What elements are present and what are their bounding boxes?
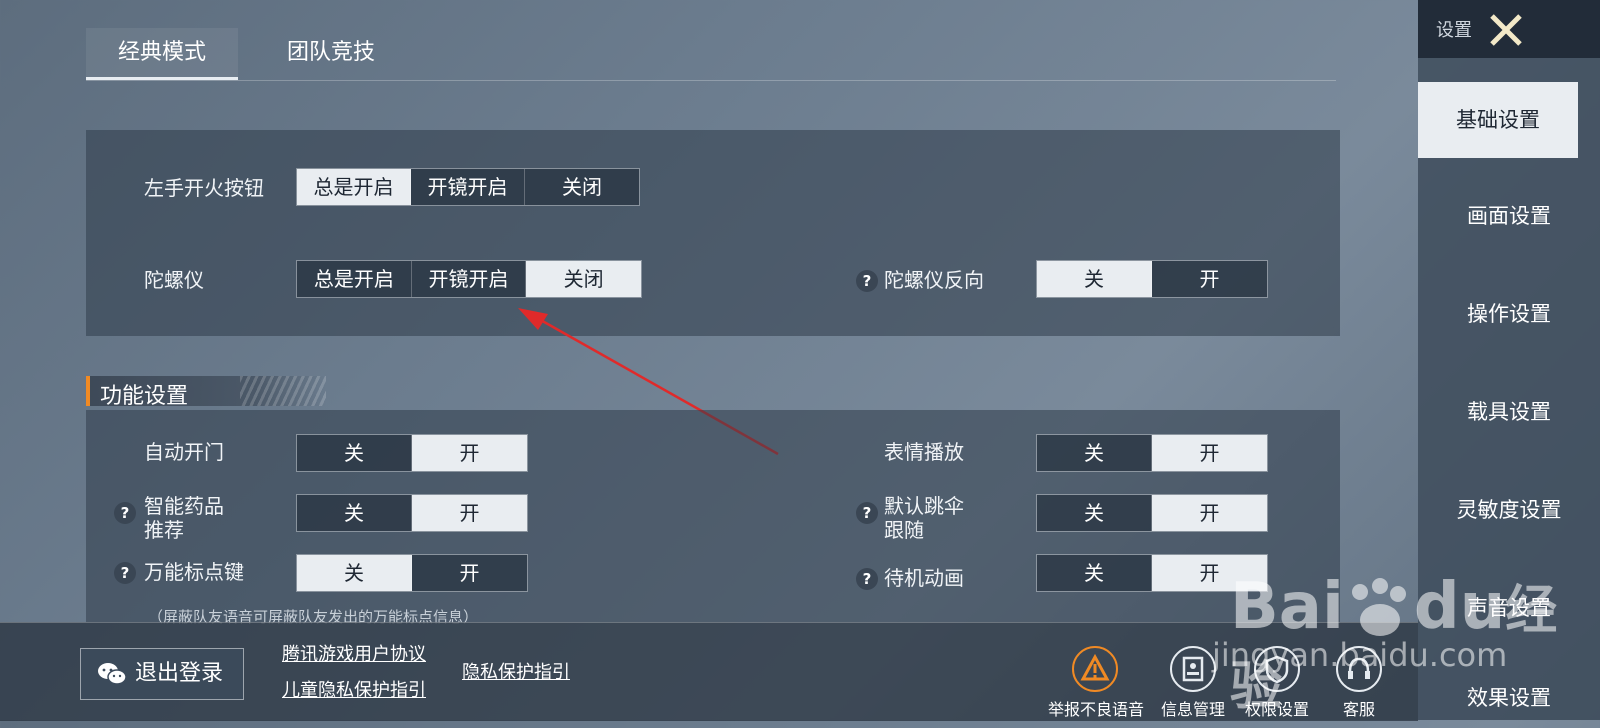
emote-play-label: 表情播放 — [884, 440, 964, 464]
follow-jump-label: 默认跳伞 跟随 — [884, 494, 964, 542]
left-fire-option-off[interactable]: 关闭 — [525, 169, 640, 205]
privacy-link[interactable]: 隐私保护指引 — [462, 658, 570, 684]
id-card-icon[interactable] — [1170, 646, 1216, 692]
follow-jump-help-icon[interactable]: ? — [856, 502, 878, 524]
tab-divider — [86, 80, 1336, 81]
smart-meds-toggle: 关 开 — [296, 494, 528, 532]
universal-marker-off[interactable]: 关 — [297, 555, 412, 591]
sidebar-item-basic[interactable]: 基础设置 — [1418, 82, 1578, 158]
follow-jump-off[interactable]: 关 — [1037, 495, 1152, 531]
auto-door-off[interactable]: 关 — [297, 435, 412, 471]
idle-animation-label: 待机动画 — [884, 566, 964, 590]
gyro-invert-on[interactable]: 开 — [1152, 261, 1267, 297]
left-fire-button-label: 左手开火按钮 — [144, 176, 264, 200]
smart-meds-label: 智能药品 推荐 — [144, 494, 224, 542]
gyro-invert-label: 陀螺仪反向 — [884, 268, 984, 292]
emote-play-toggle: 关 开 — [1036, 434, 1268, 472]
idle-animation-off[interactable]: 关 — [1037, 555, 1152, 591]
universal-marker-label: 万能标点键 — [144, 560, 244, 584]
report-voice-label: 举报不良语音 — [1047, 700, 1144, 719]
header-stripes — [240, 376, 326, 406]
follow-jump-on[interactable]: 开 — [1152, 495, 1267, 531]
sidebar-title: 设置 — [1436, 20, 1472, 41]
tab-team-deathmatch[interactable]: 团队竞技 — [256, 28, 406, 80]
sidebar-item-controls[interactable]: 操作设置 — [1418, 276, 1600, 352]
sidebar-item-graphics[interactable]: 画面设置 — [1418, 178, 1600, 254]
auto-door-toggle: 关 开 — [296, 434, 528, 472]
tab-classic-mode[interactable]: 经典模式 — [86, 28, 238, 80]
follow-jump-toggle: 关 开 — [1036, 494, 1268, 532]
left-fire-option-scope[interactable]: 开镜开启 — [411, 169, 526, 205]
logout-label: 退出登录 — [135, 661, 224, 686]
left-fire-button-selector: 总是开启 开镜开启 关闭 — [296, 168, 640, 206]
smart-meds-off[interactable]: 关 — [297, 495, 412, 531]
info-manage-label: 信息管理 — [1160, 700, 1225, 719]
gyro-option-always[interactable]: 总是开启 — [297, 261, 412, 297]
gyro-invert-off[interactable]: 关 — [1037, 261, 1152, 297]
user-agreement-link[interactable]: 腾讯游戏用户协议 — [282, 640, 426, 666]
gyroscope-selector: 总是开启 开镜开启 关闭 — [296, 260, 642, 298]
smart-meds-on[interactable]: 开 — [412, 495, 527, 531]
sidebar-item-vehicle[interactable]: 载具设置 — [1418, 374, 1600, 450]
gyroscope-label: 陀螺仪 — [144, 268, 204, 292]
gyro-invert-help-icon[interactable]: ? — [856, 270, 878, 292]
wechat-icon — [98, 663, 127, 685]
idle-animation-help-icon[interactable]: ? — [856, 568, 878, 590]
close-icon[interactable] — [1486, 10, 1526, 50]
emote-play-on[interactable]: 开 — [1152, 435, 1267, 471]
child-privacy-link[interactable]: 儿童隐私保护指引 — [282, 676, 426, 702]
gyro-option-off[interactable]: 关闭 — [526, 261, 641, 297]
universal-marker-on[interactable]: 开 — [412, 555, 527, 591]
universal-marker-toggle: 关 开 — [296, 554, 528, 592]
logout-button[interactable]: 退出登录 — [80, 648, 244, 700]
sidebar-item-sensitivity[interactable]: 灵敏度设置 — [1418, 472, 1600, 548]
warning-icon[interactable] — [1072, 646, 1118, 692]
gyro-option-scope[interactable]: 开镜开启 — [411, 261, 527, 297]
paw-icon — [1351, 578, 1406, 637]
auto-door-label: 自动开门 — [144, 440, 224, 464]
section-title: 功能设置 — [100, 384, 189, 409]
section-header: 功能设置 — [86, 376, 326, 409]
left-fire-option-always[interactable]: 总是开启 — [297, 169, 412, 205]
auto-door-on[interactable]: 开 — [412, 435, 527, 471]
emote-play-off[interactable]: 关 — [1037, 435, 1152, 471]
smart-meds-help-icon[interactable]: ? — [114, 502, 136, 524]
watermark-url: jingyan.baidu.com — [1212, 636, 1508, 674]
universal-marker-help-icon[interactable]: ? — [114, 562, 136, 584]
gyro-invert-toggle: 关 开 — [1036, 260, 1268, 298]
